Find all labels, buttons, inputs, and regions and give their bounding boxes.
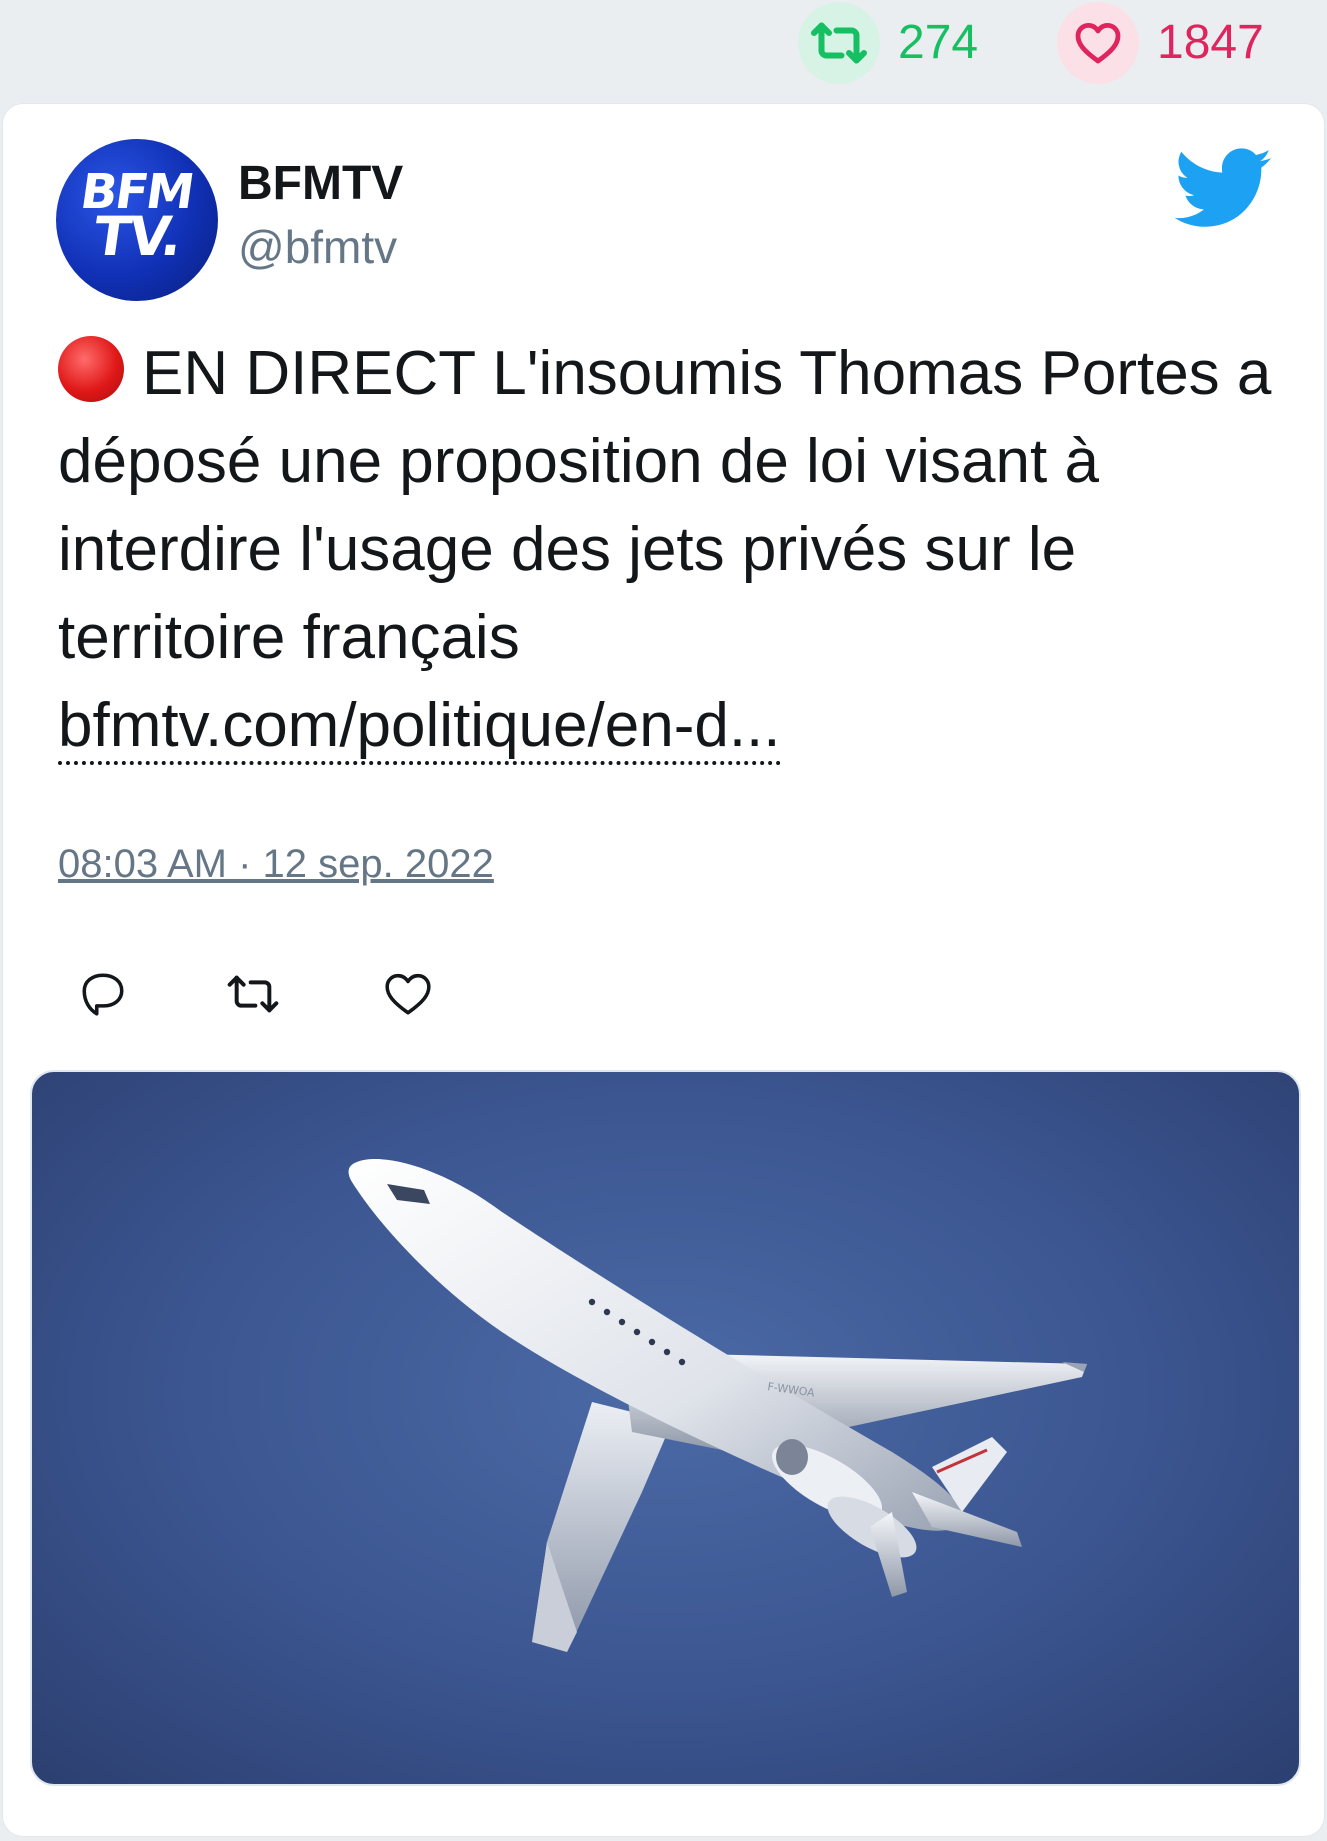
retweet-count: 274	[898, 16, 979, 69]
avatar[interactable]: BFM TV.	[56, 139, 218, 301]
private-jet-photo: F-WWOA	[348, 1159, 1087, 1652]
engagement-stats: 274 1847	[0, 0, 1327, 84]
twitter-bird-icon[interactable]	[1174, 148, 1274, 230]
heart-icon[interactable]	[1057, 2, 1139, 84]
like-count-stat[interactable]: 1847	[1057, 2, 1264, 84]
like-count: 1847	[1157, 16, 1264, 69]
avatar-logo-text-2: TV.	[89, 205, 185, 269]
author-handle[interactable]: @bfmtv	[238, 224, 397, 270]
author-display-name[interactable]: BFMTV	[238, 160, 403, 208]
retweet-icon[interactable]	[798, 2, 880, 84]
like-button[interactable]	[373, 954, 443, 1034]
tweet-text: EN DIRECT L'insoumis Thomas Portes a dép…	[58, 339, 1272, 672]
tweet-link[interactable]: bfmtv.com/politique/en-d...	[58, 691, 781, 765]
reply-icon	[82, 973, 124, 1016]
retweet-count-stat[interactable]: 274	[798, 2, 978, 84]
tweet-media-image[interactable]: F-WWOA	[30, 1070, 1301, 1786]
tweet-card[interactable]: BFM TV. BFMTV @bfmtv EN DIRECT L'insoumi…	[3, 104, 1324, 1836]
red-circle-icon	[58, 336, 124, 402]
retweet-icon	[227, 975, 279, 1013]
tweet-timestamp[interactable]: 08:03 AM · 12 sep. 2022	[58, 844, 494, 884]
reply-button[interactable]	[68, 954, 138, 1034]
tweet-body: EN DIRECT L'insoumis Thomas Portes a dép…	[58, 330, 1273, 770]
heart-icon	[385, 973, 431, 1015]
retweet-button[interactable]	[218, 954, 288, 1034]
